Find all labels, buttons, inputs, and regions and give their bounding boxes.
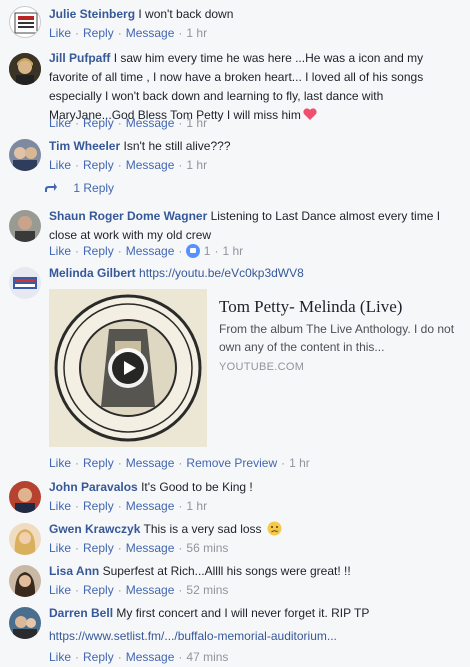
timestamp[interactable]: 1 hr <box>289 456 310 470</box>
message-button[interactable]: Message <box>126 499 175 513</box>
like-button[interactable]: Like <box>49 116 71 130</box>
link-preview-description: From the album The Live Anthology. I do … <box>219 322 455 354</box>
comment-body: Melinda Gilbert https://youtu.be/eVc0kp3… <box>49 264 460 283</box>
link-preview-source: YOUTUBE.COM <box>219 361 305 373</box>
comment-text: Superfest at Rich...Allll his songs were… <box>102 564 351 578</box>
comment-body: Jill Pufpaff I saw him every time he was… <box>49 49 460 125</box>
like-button[interactable]: Like <box>49 499 71 513</box>
reply-arrow-icon <box>45 183 57 192</box>
comment-author[interactable]: Jill Pufpaff <box>49 51 110 65</box>
comment-author[interactable]: Darren Bell <box>49 606 113 620</box>
message-button[interactable]: Message <box>126 116 175 130</box>
like-button[interactable]: Like <box>49 244 71 258</box>
comment-body: Gwen Krawczyk This is a very sad loss <box>49 520 460 539</box>
comment-text: I won't back down <box>138 7 234 21</box>
timestamp[interactable]: 1 hr <box>186 158 207 172</box>
timestamp[interactable]: 1 hr <box>186 499 207 513</box>
comment-body: Lisa Ann Superfest at Rich...Allll his s… <box>49 562 460 581</box>
message-button[interactable]: Message <box>126 244 175 258</box>
heart-emoji-icon <box>303 108 317 120</box>
reply-button[interactable]: Reply <box>83 116 114 130</box>
comment-body: Julie Steinberg I won't back down <box>49 5 460 24</box>
reply-button[interactable]: Reply <box>83 499 114 513</box>
like-button[interactable]: Like <box>49 456 71 470</box>
comment-body: John Paravalos It's Good to be King ! <box>49 478 460 497</box>
message-button[interactable]: Message <box>126 456 175 470</box>
comment-author[interactable]: Julie Steinberg <box>49 7 135 21</box>
reply-button[interactable]: Reply <box>83 26 114 40</box>
comment-body: Shaun Roger Dome Wagner Listening to Las… <box>49 207 460 245</box>
sad-emoji-icon <box>267 521 282 536</box>
reply-button[interactable]: Reply <box>83 541 114 555</box>
comment-body: Darren Bell My first concert and I will … <box>49 604 460 623</box>
like-button[interactable]: Like <box>49 158 71 172</box>
like-reaction-icon[interactable] <box>186 244 201 258</box>
link-preview-thumbnail[interactable] <box>49 289 207 447</box>
message-button[interactable]: Message <box>126 26 175 40</box>
like-button[interactable]: Like <box>49 583 71 597</box>
timestamp[interactable]: 52 mins <box>186 583 228 597</box>
comment-author[interactable]: Melinda Gilbert <box>49 266 136 280</box>
like-button[interactable]: Like <box>49 541 71 555</box>
comment-author[interactable]: Tim Wheeler <box>49 139 120 153</box>
comment-actions: Like · Reply · Message · 1 hr <box>49 499 208 513</box>
like-button[interactable]: Like <box>49 650 71 664</box>
comment-actions: Like · Reply · Message · 1 hr <box>49 116 208 130</box>
comment-text: This is a very sad loss <box>143 522 262 536</box>
replies-count[interactable]: 1 Reply <box>73 181 114 195</box>
comment-author[interactable]: Lisa Ann <box>49 564 99 578</box>
timestamp[interactable]: 1 hr <box>222 244 243 258</box>
remove-preview-button[interactable]: Remove Preview <box>186 456 277 470</box>
message-button[interactable]: Message <box>126 158 175 172</box>
message-button[interactable]: Message <box>126 541 175 555</box>
link-preview-title[interactable]: Tom Petty- Melinda (Live) <box>219 297 402 317</box>
avatar[interactable] <box>9 53 41 85</box>
comment-text: My first concert and I will never forget… <box>116 606 370 620</box>
play-icon[interactable] <box>112 352 144 384</box>
comment-author[interactable]: John Paravalos <box>49 480 138 494</box>
comment-actions: Like · Reply · Message · 1 hr <box>49 158 208 172</box>
comment-actions: Like · Reply · Message · 52 mins <box>49 583 229 597</box>
like-button[interactable]: Like <box>49 26 71 40</box>
message-button[interactable]: Message <box>126 650 175 664</box>
reply-button[interactable]: Reply <box>83 456 114 470</box>
reply-button[interactable]: Reply <box>83 158 114 172</box>
avatar[interactable] <box>9 267 41 299</box>
comment-actions: Like · Reply · Message · 56 mins <box>49 541 229 555</box>
reply-button[interactable]: Reply <box>83 650 114 664</box>
reply-button[interactable]: Reply <box>83 244 114 258</box>
comment-text: It's Good to be King ! <box>141 480 253 494</box>
timestamp[interactable]: 47 mins <box>186 650 228 664</box>
avatar[interactable] <box>9 6 41 38</box>
comment-author[interactable]: Shaun Roger Dome Wagner <box>49 209 207 223</box>
avatar[interactable] <box>9 481 41 513</box>
comment-actions: Like · Reply · Message · 1 · 1 hr <box>49 244 244 258</box>
comment-body: Tim Wheeler Isn't he still alive??? <box>49 137 460 156</box>
comment-actions: Like · Reply · Message · 1 hr <box>49 26 208 40</box>
timestamp[interactable]: 1 hr <box>186 26 207 40</box>
reaction-count[interactable]: 1 <box>204 244 211 258</box>
comment-text: Isn't he still alive??? <box>123 139 231 153</box>
view-replies-link[interactable]: 1 Reply <box>44 181 114 195</box>
comment-link[interactable]: https://youtu.be/eVc0kp3dWV8 <box>139 266 304 280</box>
avatar[interactable] <box>9 210 41 242</box>
message-button[interactable]: Message <box>126 583 175 597</box>
avatar[interactable] <box>9 607 41 639</box>
avatar[interactable] <box>9 523 41 555</box>
avatar[interactable] <box>9 565 41 597</box>
avatar[interactable] <box>9 139 41 171</box>
comment-actions: Like · Reply · Message · 47 mins <box>49 650 229 664</box>
reply-button[interactable]: Reply <box>83 583 114 597</box>
timestamp[interactable]: 56 mins <box>186 541 228 555</box>
comment-actions: Like · Reply · Message · Remove Preview · 1 hr <box>49 456 310 470</box>
comment-url[interactable]: https://www.setlist.fm/.../buffalo-memor… <box>49 629 337 643</box>
comment-author[interactable]: Gwen Krawczyk <box>49 522 140 536</box>
timestamp[interactable]: 1 hr <box>186 116 207 130</box>
